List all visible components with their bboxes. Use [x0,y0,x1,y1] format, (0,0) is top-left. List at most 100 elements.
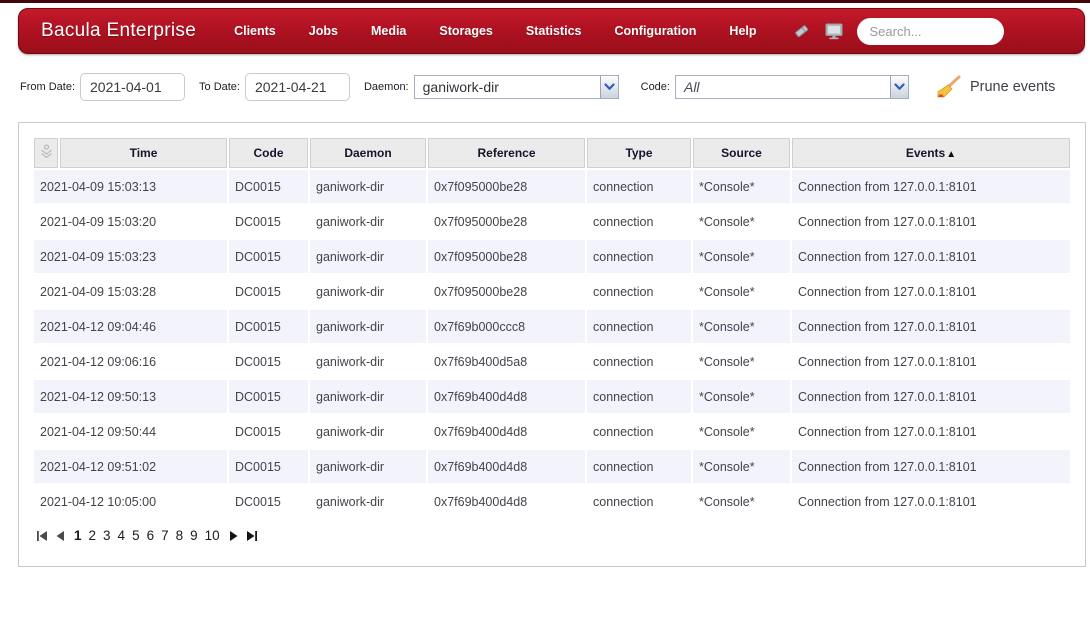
column-header-selector[interactable] [34,138,58,168]
cell-reference: 0x7f095000be28 [428,240,585,273]
code-label: Code: [640,81,670,93]
code-select-value: All [683,79,700,95]
to-date-input[interactable] [244,73,350,101]
cell-time: 2021-04-09 15:03:20 [34,205,227,238]
chevron-down-icon[interactable] [889,76,908,98]
events-table: Time Code Daemon Reference Type Source E… [32,136,1072,520]
cell-reference: 0x7f69b400d4d8 [428,450,585,483]
column-header-source[interactable]: Source [693,138,790,168]
page-link-current[interactable]: 1 [74,528,82,543]
page-link[interactable]: 8 [176,528,184,543]
chevron-down-icon[interactable] [599,76,618,98]
cell-daemon: ganiwork-dir [310,380,426,413]
from-date-label: From Date: [20,81,76,93]
cell-events: Connection from 127.0.0.1:8101 [792,240,1070,273]
table-row[interactable]: 2021-04-09 15:03:13 DC0015 ganiwork-dir 0x7… [34,170,1070,203]
cell-events: Connection from 127.0.0.1:8101 [792,345,1070,378]
cell-time: 2021-04-12 09:50:44 [34,415,227,448]
cell-events: Connection from 127.0.0.1:8101 [792,275,1070,308]
nav-item-configuration[interactable]: Configuration [614,24,696,38]
search-input[interactable] [856,17,1004,45]
nav-item-media[interactable]: Media [371,24,406,38]
page-link[interactable]: 5 [132,528,140,543]
column-header-daemon[interactable]: Daemon [310,138,426,168]
column-header-reference[interactable]: Reference [428,138,585,168]
page-link[interactable]: 7 [161,528,169,543]
prune-events-label: Prune events [969,79,1056,95]
nav-item-storages[interactable]: Storages [439,24,493,38]
nav-item-jobs[interactable]: Jobs [309,24,338,38]
first-page-icon[interactable] [36,530,48,542]
cell-reference: 0x7f69b400d4d8 [428,380,585,413]
daemon-select-value: ganiwork-dir [422,79,499,95]
nav-item-statistics[interactable]: Statistics [526,24,582,38]
table-row[interactable]: 2021-04-12 10:05:00 DC0015 ganiwork-dir 0x7… [34,485,1070,518]
cell-daemon: ganiwork-dir [310,170,426,203]
cell-type: connection [587,485,691,518]
cell-daemon: ganiwork-dir [310,415,426,448]
cell-code: DC0015 [229,205,308,238]
table-row[interactable]: 2021-04-09 15:03:28 DC0015 ganiwork-dir 0x7… [34,275,1070,308]
sort-asc-icon: ▲ [946,149,957,160]
cell-events: Connection from 127.0.0.1:8101 [792,310,1070,343]
daemon-label: Daemon: [363,81,409,93]
cell-time: 2021-04-12 09:51:02 [34,450,227,483]
cell-daemon: ganiwork-dir [310,450,426,483]
page-link[interactable]: 10 [205,528,220,543]
table-row[interactable]: 2021-04-09 15:03:23 DC0015 ganiwork-dir 0x7… [34,240,1070,273]
daemon-select[interactable]: ganiwork-dir [413,75,619,99]
cell-code: DC0015 [229,275,308,308]
cell-type: connection [587,170,691,203]
column-header-type[interactable]: Type [587,138,691,168]
from-date-input[interactable] [80,73,186,101]
table-row[interactable]: 2021-04-12 09:51:02 DC0015 ganiwork-dir 0x7… [34,450,1070,483]
page-link[interactable]: 2 [89,528,97,543]
app-title: Bacula Enterprise [41,20,197,41]
cell-reference: 0x7f095000be28 [428,205,585,238]
next-page-icon[interactable] [229,530,239,542]
cell-code: DC0015 [229,380,308,413]
filter-toolbar: From Date: To Date: Daemon: ganiwork-dir… [20,73,1090,101]
table-row[interactable]: 2021-04-09 15:03:20 DC0015 ganiwork-dir 0x7… [34,205,1070,238]
download-anchor-icon [39,143,54,160]
cell-daemon: ganiwork-dir [310,310,426,343]
cell-type: connection [587,240,691,273]
cell-code: DC0015 [229,310,308,343]
cell-time: 2021-04-12 09:04:46 [34,310,227,343]
prune-events-button[interactable]: Prune events [935,74,1055,100]
cell-daemon: ganiwork-dir [310,275,426,308]
column-header-time[interactable]: Time [60,138,227,168]
page-link[interactable]: 4 [118,528,126,543]
monitor-icon[interactable] [824,22,844,40]
nav-item-help[interactable]: Help [729,24,756,38]
cell-reference: 0x7f095000be28 [428,275,585,308]
nav-item-clients[interactable]: Clients [234,24,276,38]
cell-time: 2021-04-09 15:03:23 [34,240,227,273]
cell-type: connection [587,380,691,413]
cell-events: Connection from 127.0.0.1:8101 [792,415,1070,448]
previous-page-icon[interactable] [55,530,65,542]
column-header-code[interactable]: Code [229,138,308,168]
cell-reference: 0x7f095000be28 [428,170,585,203]
page-link[interactable]: 6 [147,528,155,543]
cell-type: connection [587,415,691,448]
events-table-body: 2021-04-09 15:03:13 DC0015 ganiwork-dir 0x7… [34,170,1070,518]
table-row[interactable]: 2021-04-12 09:50:44 DC0015 ganiwork-dir 0x7… [34,415,1070,448]
page-link[interactable]: 3 [103,528,111,543]
column-header-events[interactable]: Events▲ [792,138,1070,168]
cell-daemon: ganiwork-dir [310,240,426,273]
cell-source: *Console* [693,485,790,518]
cell-daemon: ganiwork-dir [310,485,426,518]
page-link[interactable]: 9 [190,528,198,543]
cell-code: DC0015 [229,485,308,518]
cell-time: 2021-04-12 09:50:13 [34,380,227,413]
cell-source: *Console* [693,275,790,308]
last-page-icon[interactable] [246,530,258,542]
table-row[interactable]: 2021-04-12 09:06:16 DC0015 ganiwork-dir 0x7… [34,345,1070,378]
code-select[interactable]: All [674,75,909,99]
cell-time: 2021-04-12 09:06:16 [34,345,227,378]
table-row[interactable]: 2021-04-12 09:50:13 DC0015 ganiwork-dir 0x7… [34,380,1070,413]
cell-source: *Console* [693,170,790,203]
label-icon[interactable] [793,23,810,39]
table-row[interactable]: 2021-04-12 09:04:46 DC0015 ganiwork-dir 0x7… [34,310,1070,343]
